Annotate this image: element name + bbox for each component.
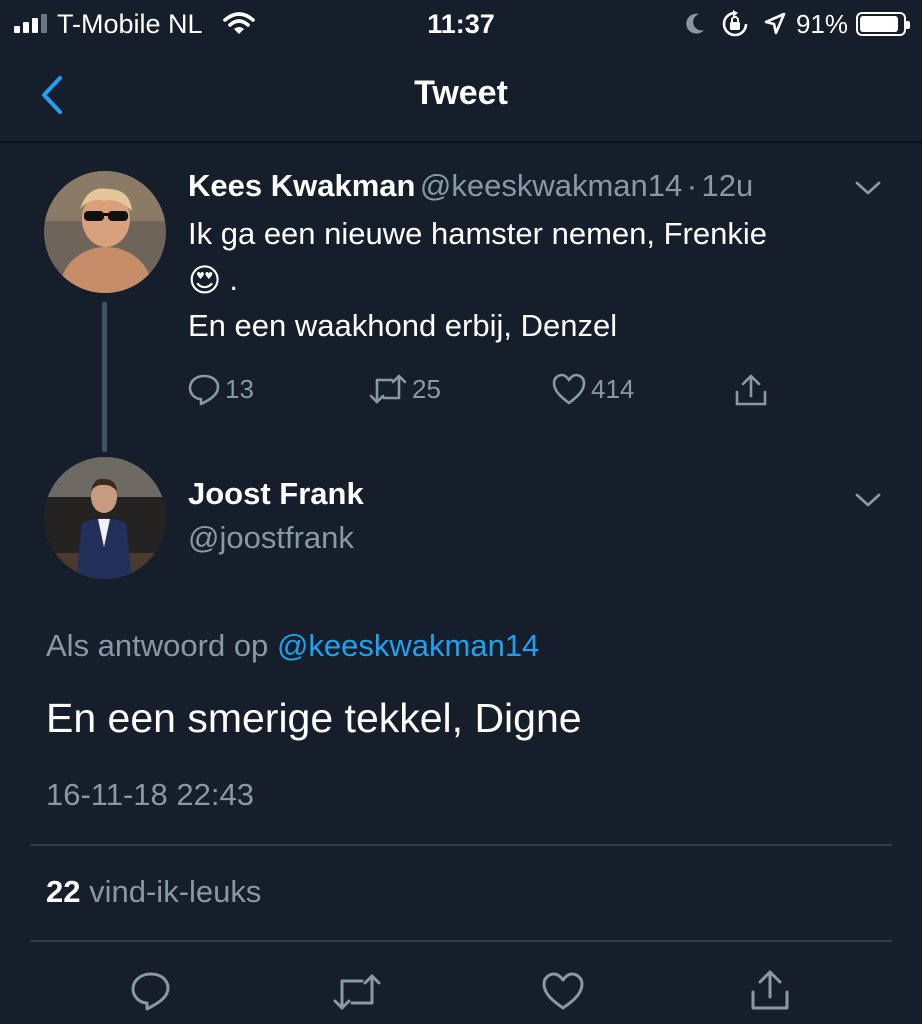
- divider: [30, 940, 892, 942]
- share-icon[interactable]: [733, 372, 769, 408]
- divider: [30, 844, 892, 846]
- emoji: 😍: [188, 262, 222, 298]
- reply-text: En een smerige tekkel, Digne: [46, 695, 582, 741]
- battery-percent: 91%: [795, 8, 848, 39]
- like-count: 414: [591, 373, 635, 404]
- chevron-down-icon[interactable]: [853, 178, 883, 198]
- nav-divider: [0, 141, 922, 143]
- reply-icon: [188, 374, 220, 406]
- heart-icon: [552, 373, 586, 405]
- author-handle[interactable]: @keeskwakman14: [420, 168, 682, 203]
- chevron-down-icon[interactable]: [853, 490, 883, 510]
- retweet-action[interactable]: 25: [368, 372, 441, 406]
- location-icon: [764, 12, 786, 35]
- retweet-icon: [369, 374, 407, 404]
- share-icon[interactable]: [748, 968, 792, 1012]
- like-action[interactable]: 414: [551, 372, 634, 406]
- page-title: Tweet: [414, 74, 508, 112]
- reply-to-handle[interactable]: @keeskwakman14: [277, 628, 539, 663]
- thread-line: [102, 302, 107, 452]
- battery-icon: [856, 12, 910, 36]
- avatar-joost[interactable]: [44, 457, 166, 579]
- separator-dot: ·: [686, 168, 698, 203]
- author-handle[interactable]: @joostfrank: [188, 520, 354, 556]
- orientation-lock-icon: [722, 10, 748, 37]
- avatar-kees[interactable]: [44, 171, 166, 293]
- tweet-line-3: En een waakhond erbij, Denzel: [188, 308, 618, 343]
- likes-summary[interactable]: 22 vind-ik-leuks: [46, 874, 261, 910]
- likes-count: 22: [46, 874, 81, 909]
- status-bar: T-Mobile NL 11:37 91%: [0, 0, 922, 50]
- reply-action[interactable]: 13: [187, 372, 254, 406]
- heart-icon[interactable]: [540, 970, 586, 1012]
- reply-icon[interactable]: [130, 970, 172, 1012]
- tweet-line-1: Ik ga een nieuwe hamster nemen, Frenkie: [188, 216, 767, 251]
- tweet-age: 12u: [701, 168, 754, 203]
- tweet-line-2-suffix: .: [229, 262, 238, 297]
- likes-label: vind-ik-leuks: [89, 874, 262, 909]
- tweet-header: Kees Kwakman @keeskwakman14 · 12u: [188, 168, 753, 204]
- retweet-count: 25: [412, 373, 441, 404]
- moon-icon: [686, 13, 704, 34]
- author-name[interactable]: Kees Kwakman: [188, 168, 415, 203]
- tweet-text: Ik ga een nieuwe hamster nemen, Frenkie …: [188, 211, 868, 349]
- retweet-icon[interactable]: [331, 972, 383, 1012]
- reply-count: 13: [225, 373, 254, 404]
- tweet-timestamp: 16-11-18 22:43: [46, 777, 254, 812]
- reply-context: Als antwoord op @keeskwakman14: [46, 628, 539, 664]
- reply-to-label: Als antwoord op: [46, 628, 269, 663]
- author-name[interactable]: Joost Frank: [188, 476, 364, 512]
